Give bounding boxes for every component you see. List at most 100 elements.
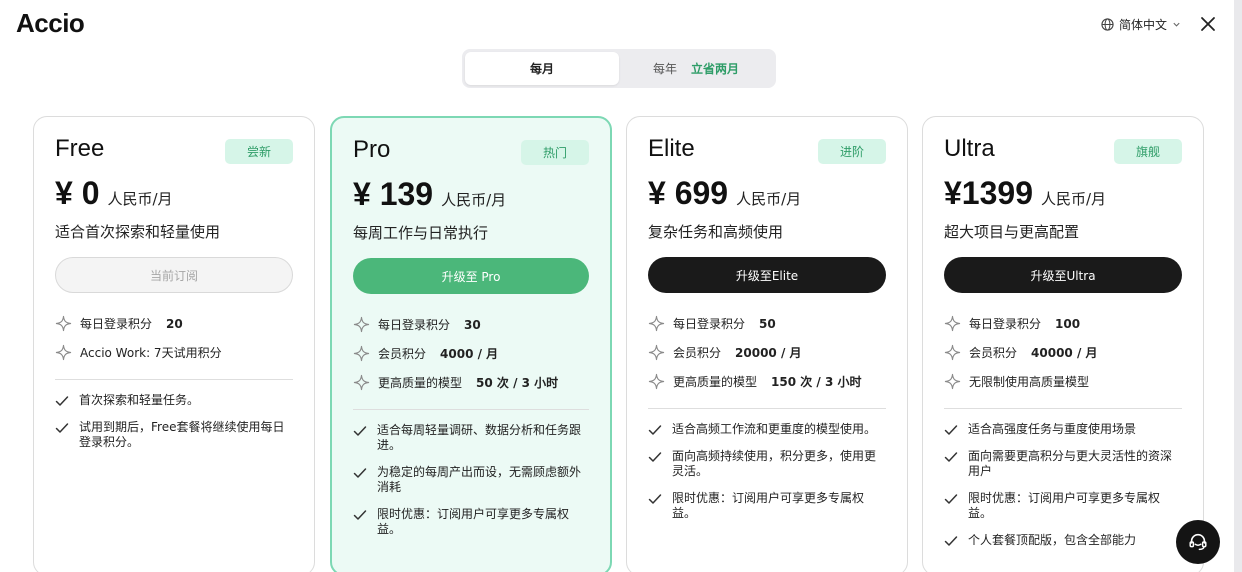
chevron-down-icon — [1173, 22, 1180, 27]
feature-text: 个人套餐顶配版，包含全部能力 — [968, 533, 1137, 547]
credit-label: 会员积分 — [673, 346, 722, 360]
credit-item: 每日登录积分 50 — [648, 309, 886, 338]
plan-name: Free — [55, 135, 105, 162]
close-icon[interactable] — [1198, 14, 1218, 34]
check-icon — [353, 426, 367, 436]
sparkle-icon — [353, 374, 370, 391]
check-icon — [944, 425, 958, 435]
feature-text: 为稳定的每周产出而设，无需顾虑额外消耗 — [377, 465, 582, 494]
credit-label: 更高质量的模型 — [673, 375, 758, 389]
plan-free-button[interactable]: 当前订阅 — [55, 257, 293, 293]
check-icon — [648, 452, 662, 462]
credit-label: 每日登录积分 — [378, 318, 451, 332]
credit-item: 更高质量的模型 50 次 / 3 小时 — [353, 368, 589, 397]
plan-ultra-button[interactable]: 升级至Ultra — [944, 257, 1182, 293]
feature-list: 适合高强度任务与重度使用场景面向需要更高积分与更大灵活性的资深用户 限时优惠：订阅… — [944, 422, 1182, 560]
credit-label: 更高质量的模型 — [378, 376, 463, 390]
plan-name: Elite — [648, 135, 695, 162]
feature-text: 适合高频工作流和更重度的模型使用。 — [672, 422, 877, 436]
feature-list: 适合高频工作流和更重度的模型使用。面向高频持续使用，积分更多，使用更灵活。 限时优… — [648, 422, 886, 533]
feature-text: 面向需要更高积分与更大灵活性的资深用户 — [968, 449, 1173, 478]
plan-price: ¥ 139 人民币/月 — [353, 176, 506, 213]
card-divider — [55, 379, 293, 380]
sparkle-icon — [55, 315, 72, 332]
feature-list: 适合每周轻量调研、数据分析和任务跟进。 为稳定的每周产出而设，无需顾虑额外消耗 限时… — [353, 423, 589, 549]
sparkle-icon — [353, 316, 370, 333]
feature-item: 个人套餐顶配版，包含全部能力 — [944, 533, 1182, 548]
card-divider — [944, 408, 1182, 409]
feature-item: 面向需要更高积分与更大灵活性的资深用户 — [944, 449, 1182, 479]
price-amount: ¥ 699 — [648, 175, 729, 211]
price-unit: 人民币/月 — [107, 190, 173, 208]
credit-label: Accio Work: 7天试用积分 — [80, 346, 222, 360]
feature-item: 试用到期后，Free套餐将继续使用每日登录积分。 — [55, 420, 293, 450]
plan-elite-button[interactable]: 升级至Elite — [648, 257, 886, 293]
plan-price: ¥ 699 人民币/月 — [648, 175, 801, 212]
feature-item: 限时优惠：订阅用户可享更多专属权益。 — [353, 507, 589, 537]
price-unit: 人民币/月 — [736, 190, 802, 208]
window-scrollbar[interactable] — [1234, 0, 1242, 572]
language-selector[interactable]: 简体中文 — [1101, 16, 1181, 33]
sparkle-icon — [944, 344, 961, 361]
credit-value: 100 — [1055, 316, 1081, 331]
check-icon — [55, 423, 69, 433]
plan-badge: 进阶 — [818, 139, 886, 164]
credit-label: 无限制使用高质量模型 — [969, 375, 1090, 389]
plan-name: Pro — [353, 136, 391, 163]
tab-yearly-label: 每年 — [652, 62, 677, 76]
feature-text: 限时优惠：订阅用户可享更多专属权益。 — [968, 491, 1161, 520]
credit-list: 每日登录积分 100 会员积分 40000 / 月无限制使用高质量模型 — [944, 309, 1182, 396]
credit-item: 每日登录积分 100 — [944, 309, 1182, 338]
credit-label: 每日登录积分 — [969, 317, 1042, 331]
check-icon — [944, 494, 958, 504]
credit-value: 30 — [464, 317, 481, 332]
check-icon — [648, 425, 662, 435]
plan-badge: 旗舰 — [1114, 139, 1182, 164]
credit-value: 40000 / 月 — [1031, 346, 1098, 360]
sparkle-icon — [944, 373, 961, 390]
price-amount: ¥ 139 — [353, 176, 434, 212]
feature-item: 限时优惠：订阅用户可享更多专属权益。 — [944, 491, 1182, 521]
yearly-promo-label: 立省两月 — [691, 62, 740, 76]
plan-price: ¥1399 人民币/月 — [944, 175, 1106, 212]
sparkle-icon — [648, 344, 665, 361]
feature-item: 适合高频工作流和更重度的模型使用。 — [648, 422, 886, 437]
credit-item: Accio Work: 7天试用积分 — [55, 338, 293, 367]
card-divider — [648, 408, 886, 409]
credit-value: 20 — [166, 316, 183, 331]
sparkle-icon — [55, 344, 72, 361]
check-icon — [353, 468, 367, 478]
sparkle-icon — [648, 315, 665, 332]
credit-item: 每日登录积分 30 — [353, 310, 589, 339]
plan-badge: 尝新 — [225, 139, 293, 164]
globe-icon — [1101, 18, 1114, 31]
billing-period-toggle: 每月 每年 立省两月 — [462, 49, 776, 88]
price-unit: 人民币/月 — [1040, 190, 1107, 208]
feature-item: 首次探索和轻量任务。 — [55, 393, 293, 408]
credit-label: 会员积分 — [969, 346, 1018, 360]
credit-item: 会员积分 20000 / 月 — [648, 338, 886, 367]
feature-text: 面向高频持续使用，积分更多，使用更灵活。 — [672, 449, 877, 478]
credit-label: 每日登录积分 — [673, 317, 746, 331]
feature-text: 限时优惠：订阅用户可享更多专属权益。 — [377, 507, 570, 536]
feature-text: 适合每周轻量调研、数据分析和任务跟进。 — [377, 423, 582, 452]
support-agent-icon — [1189, 533, 1207, 551]
plan-pro-button[interactable]: 升级至 Pro — [353, 258, 589, 294]
plan-card-free: Free 尝新 ¥ 0 人民币/月 适合首次探索和轻量使用 当前订阅 每日登录积分 20 Acc… — [33, 116, 315, 572]
check-icon — [55, 396, 69, 406]
support-button[interactable] — [1176, 520, 1220, 564]
credit-label: 会员积分 — [378, 347, 427, 361]
tab-yearly[interactable]: 每年 立省两月 — [619, 52, 773, 85]
tab-monthly[interactable]: 每月 — [465, 52, 619, 85]
credit-value: 50 — [759, 316, 776, 331]
sparkle-icon — [353, 345, 370, 362]
credit-value: 4000 / 月 — [440, 347, 499, 361]
sparkle-icon — [944, 315, 961, 332]
feature-text: 试用到期后，Free套餐将继续使用每日登录积分。 — [79, 420, 285, 449]
plan-price: ¥ 0 人民币/月 — [55, 175, 173, 212]
app-logo: Accio — [16, 8, 85, 38]
feature-text: 适合高强度任务与重度使用场景 — [968, 422, 1137, 436]
credit-value: 50 次 / 3 小时 — [476, 376, 559, 390]
feature-text: 限时优惠：订阅用户可享更多专属权益。 — [672, 491, 865, 520]
plan-card-pro: Pro 热门 ¥ 139 人民币/月 每周工作与日常执行 升级至 Pro 每日登录积分 30 会… — [330, 116, 612, 572]
